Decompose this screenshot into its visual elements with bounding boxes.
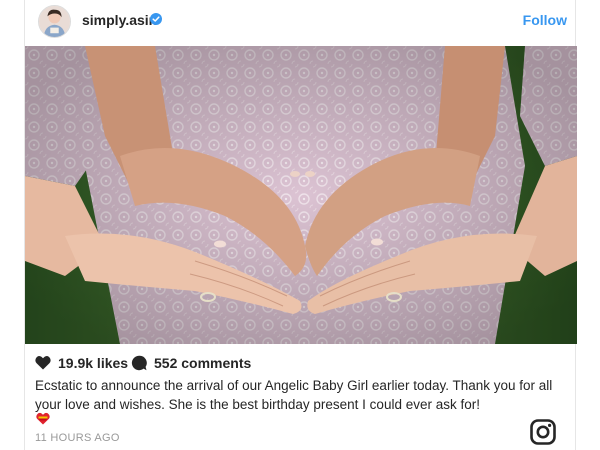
username[interactable]: simply.asin: [82, 12, 157, 28]
instagram-logo-icon[interactable]: [530, 419, 556, 445]
comment-bubble-icon[interactable]: [131, 355, 147, 371]
comments-count[interactable]: 552 comments: [154, 355, 251, 371]
post-timestamp[interactable]: 11 HOURS AGO: [35, 432, 120, 444]
post-header: simply.asin Follow: [25, 0, 577, 46]
post-caption: Ecstatic to announce the arrival of our …: [35, 378, 553, 412]
verified-badge-icon: [150, 13, 162, 25]
likes-count[interactable]: 19.9k likes: [58, 355, 128, 371]
heart-emoji-icon: [36, 412, 50, 425]
avatar[interactable]: [38, 5, 71, 38]
action-row: 19.9k likes 552 comments: [35, 353, 567, 373]
heart-icon[interactable]: [35, 355, 51, 370]
instagram-post-card: simply.asin Follow 19.9k likes 552 comme…: [24, 0, 577, 450]
post-photo[interactable]: [25, 46, 577, 344]
follow-button[interactable]: Follow: [523, 12, 567, 28]
